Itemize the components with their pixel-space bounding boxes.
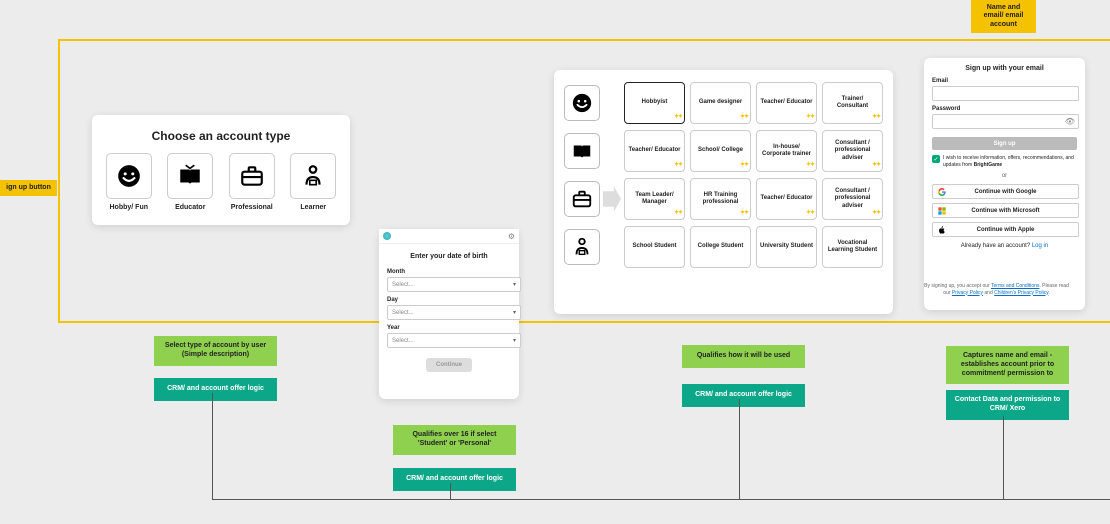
row-icon-professional	[564, 181, 600, 217]
app-logo-icon	[383, 232, 391, 240]
login-link[interactable]: Log in	[1032, 243, 1048, 249]
panel-account-type: Choose an account type Hobby/ Fun Educat…	[92, 115, 350, 225]
privacy-link[interactable]: Privacy Policy	[952, 290, 983, 296]
dob-year-label: Year	[387, 325, 511, 331]
continue-google-button[interactable]: Continue with Google	[932, 184, 1079, 199]
option-hobby[interactable]: Hobby/ Fun	[103, 153, 155, 211]
signup-button[interactable]: Sign up	[932, 137, 1077, 150]
continue-apple-button[interactable]: Continue with Apple	[932, 222, 1079, 237]
continue-microsoft-button[interactable]: Continue with Microsoft	[932, 203, 1079, 218]
email-input[interactable]	[932, 86, 1079, 101]
callout-usage-desc: Qualifies how it will be used	[682, 345, 805, 368]
row-icon-learner	[564, 229, 600, 265]
sparkle-icon: ✦✦	[872, 210, 880, 217]
callout-account-desc: Select type of account by user (Simple d…	[154, 336, 277, 366]
row-icon-educator	[564, 133, 600, 169]
callout-signup-crm: Contact Data and permission to CRM/ Xero	[946, 390, 1069, 420]
grid-card[interactable]: Game designer✦✦	[690, 82, 751, 124]
gear-icon[interactable]: ⚙	[508, 232, 515, 241]
terms-link[interactable]: Terms and Conditions	[991, 283, 1039, 289]
sparkle-icon: ✦✦	[872, 114, 880, 121]
grid-card[interactable]: Teacher/ Educator✦✦	[624, 130, 685, 172]
microsoft-icon	[938, 207, 946, 215]
option-educator[interactable]: Educator	[164, 153, 216, 211]
already-have-account: Already have an account? Log in	[932, 243, 1077, 249]
sparkle-icon: ✦✦	[740, 162, 748, 169]
password-label: Password	[932, 106, 1077, 112]
grid-card[interactable]: Team Leader/ Manager✦✦	[624, 178, 685, 220]
marketing-checkbox[interactable]: ✓	[932, 155, 940, 163]
legal-text: By signing up, you accept our Terms and …	[924, 283, 1069, 296]
grid-card[interactable]: HR Training professional✦✦	[690, 178, 751, 220]
sparkle-icon: ✦✦	[740, 114, 748, 121]
grid-card[interactable]: Consultant / professional adviser✦✦	[822, 178, 883, 220]
grid-card[interactable]: College Student	[690, 226, 751, 268]
panel-usage-grid: Hobbyist✦✦ Game designer✦✦ Teacher/ Educ…	[554, 70, 893, 314]
account-type-title: Choose an account type	[92, 129, 350, 143]
apple-icon	[938, 226, 946, 234]
sparkle-icon: ✦✦	[674, 162, 682, 169]
grid-card[interactable]: Vocational Learning Student	[822, 226, 883, 268]
grid-card[interactable]: Consultant / professional adviser✦✦	[822, 130, 883, 172]
connector	[212, 393, 213, 499]
grid-card[interactable]: Trainer/ Consultant✦✦	[822, 82, 883, 124]
callout-dob-desc: Qualifies over 16 if select 'Student' or…	[393, 425, 516, 455]
connector	[450, 483, 451, 499]
dob-day-label: Day	[387, 297, 511, 303]
book-icon	[177, 163, 203, 189]
grid-card[interactable]: School Student	[624, 226, 685, 268]
grid-card[interactable]: Teacher/ Educator✦✦	[756, 178, 817, 220]
marketing-text: I wish to receive information, offers, r…	[943, 155, 1077, 168]
email-label: Email	[932, 78, 1077, 84]
divider-or: or	[932, 173, 1077, 179]
option-learner[interactable]: Learner	[287, 153, 339, 211]
callout-account-crm: CRM/ and account offer logic	[154, 378, 277, 401]
panel-dob: ⚙ Enter your date of birth Month Select.…	[379, 229, 519, 399]
sparkle-icon: ✦✦	[740, 210, 748, 217]
grid-card[interactable]: Hobbyist✦✦	[624, 82, 685, 124]
dob-continue-button[interactable]: Continue	[426, 358, 472, 372]
briefcase-icon	[239, 163, 265, 189]
dob-day-select[interactable]: Select...	[387, 305, 521, 320]
childrens-privacy-link[interactable]: Children's Privacy Policy	[994, 290, 1048, 296]
sparkle-icon: ✦✦	[872, 162, 880, 169]
sparkle-icon: ✦✦	[674, 114, 682, 121]
learner-icon	[300, 163, 326, 189]
sparkle-icon: ✦✦	[674, 210, 682, 217]
sparkle-icon: ✦✦	[806, 210, 814, 217]
dob-month-select[interactable]: Select...	[387, 277, 521, 292]
option-professional[interactable]: Professional	[226, 153, 278, 211]
panel-signup: Sign up with your email Email Password 👁…	[924, 58, 1085, 310]
password-input[interactable]: 👁	[932, 114, 1079, 129]
dob-month-label: Month	[387, 269, 511, 275]
callout-usage-crm: CRM/ and account offer logic	[682, 384, 805, 407]
connector	[212, 499, 1110, 500]
grid-card[interactable]: In-house/ Corporate trainer✦✦	[756, 130, 817, 172]
dob-year-select[interactable]: Select...	[387, 333, 521, 348]
dob-title: Enter your date of birth	[379, 252, 519, 261]
arrow-icon	[603, 186, 621, 212]
tag-signup-button: ign up button	[0, 180, 57, 196]
callout-dob-crm: CRM/ and account offer logic	[393, 468, 516, 491]
eye-icon[interactable]: 👁	[1065, 117, 1075, 126]
smiley-icon	[116, 163, 142, 189]
signup-title: Sign up with your email	[932, 65, 1077, 72]
sparkle-icon: ✦✦	[806, 114, 814, 121]
grid-card[interactable]: University Student	[756, 226, 817, 268]
grid-card[interactable]: Teacher/ Educator✦✦	[756, 82, 817, 124]
sparkle-icon: ✦✦	[806, 162, 814, 169]
row-icon-hobby	[564, 85, 600, 121]
connector	[739, 399, 740, 499]
grid-card[interactable]: School/ College✦✦	[690, 130, 751, 172]
tag-name-email: Name and email/ email account	[971, 0, 1036, 33]
google-icon	[938, 188, 946, 196]
callout-signup-desc: Captures name and email - establishes ac…	[946, 346, 1069, 384]
connector	[1003, 416, 1004, 499]
